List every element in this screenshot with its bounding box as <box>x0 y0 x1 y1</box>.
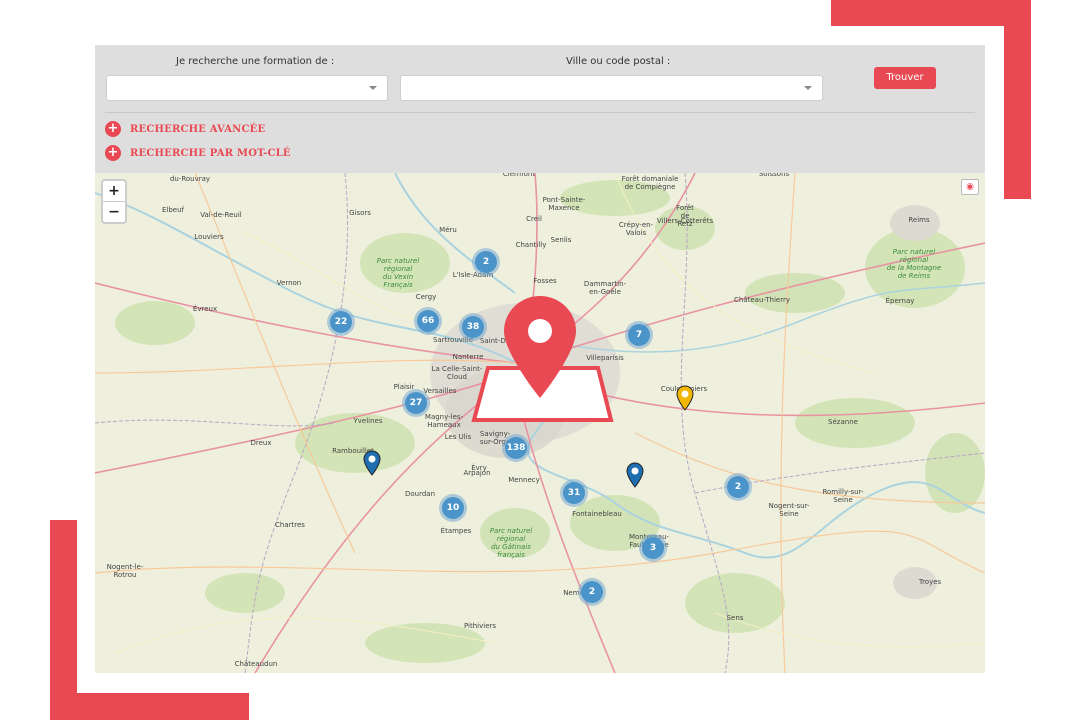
map-place-label: Dourdan <box>404 490 436 498</box>
map-place-label: Chantilly <box>515 241 547 249</box>
decorative-frame-top-right-vertical <box>1004 0 1031 199</box>
plus-icon: + <box>105 121 121 137</box>
map-place-label: Mennecy <box>508 476 540 484</box>
decorative-frame-bottom-left-vertical <box>50 520 77 720</box>
formation-label: Je recherche une formation de : <box>176 56 335 67</box>
map-place-label: Forêt domaniale de Compiègne <box>621 175 679 191</box>
map-place-label: Cergy <box>415 293 437 301</box>
map-place-label: Sens <box>726 614 744 622</box>
marker-cluster[interactable]: 2 <box>578 578 606 606</box>
marker-cluster-count: 27 <box>405 392 427 414</box>
map-place-label: Dreux <box>250 439 272 447</box>
map-place-label: Sézanne <box>828 418 858 426</box>
panel-divider <box>105 112 975 113</box>
map-place-label: Les Ulis <box>444 433 472 441</box>
plus-icon: + <box>105 145 121 161</box>
map-place-label: Louviers <box>194 233 224 241</box>
map-marker-illustration-icon <box>471 296 614 422</box>
marker-cluster[interactable]: 2 <box>472 248 500 276</box>
zoom-out-button[interactable]: − <box>103 201 125 222</box>
map-place-label: Soissons <box>758 173 790 178</box>
marker-cluster[interactable]: 31 <box>560 479 588 507</box>
map-park-label: Parc naturel régional de la Montagne de … <box>886 248 942 280</box>
map-place-label: Clermont <box>502 173 536 178</box>
ville-label: Ville ou code postal : <box>566 56 671 67</box>
marker-cluster[interactable]: 138 <box>502 434 530 462</box>
chevron-down-icon <box>804 86 812 90</box>
map-place-label: du-Rouvray <box>169 175 211 183</box>
zoom-control: + − <box>101 179 127 224</box>
marker-cluster[interactable]: 2 <box>724 473 752 501</box>
map-place-label: Méru <box>439 226 457 234</box>
marker-cluster-count: 2 <box>581 581 603 603</box>
marker-cluster-count: 22 <box>330 311 352 333</box>
map-place-label: Pont-Sainte- Maxence <box>542 196 586 212</box>
map-place-label: Fosses <box>533 277 557 285</box>
map-park-label: Parc naturel régional du Gâtinais frança… <box>489 527 533 559</box>
map-place-label: Évreux <box>192 305 218 313</box>
map-place-label: Pithiviers <box>463 622 497 630</box>
marker-cluster[interactable]: 10 <box>439 494 467 522</box>
map-place-label: Troyes <box>918 578 942 586</box>
map-place-label: Vernon <box>276 279 302 287</box>
yellow-marker-icon[interactable] <box>676 385 694 411</box>
zoom-in-button[interactable]: + <box>103 181 125 201</box>
map-place-label: Creil <box>526 215 542 223</box>
marker-cluster-count: 10 <box>442 497 464 519</box>
map-place-label: Arpajon <box>463 469 491 477</box>
marker-cluster[interactable]: 22 <box>327 308 355 336</box>
map-place-label: Gisors <box>349 209 371 217</box>
map-place-label: Elbeuf <box>161 206 185 214</box>
keyword-search-label: RECHERCHE PAR MOT-CLÉ <box>130 147 291 159</box>
marker-cluster-count: 66 <box>417 310 439 332</box>
map-place-label: Val-de-Reuil <box>200 211 242 219</box>
map-place-label: Versailles <box>423 387 457 395</box>
marker-cluster[interactable]: 27 <box>402 389 430 417</box>
map-place-label: Yvelines <box>353 417 383 425</box>
map-view[interactable]: du-Rouvray Elbeuf Val-de-Reuil Louviers Giso… <box>95 173 985 673</box>
map-place-label: Château-Thierry <box>733 296 791 304</box>
map-place-label: Étampes <box>440 527 472 535</box>
map-place-label: Épernay <box>885 297 915 305</box>
map-place-label: Reims <box>908 216 930 224</box>
map-place-label: Forêt de Retz <box>676 204 694 228</box>
decorative-frame-bottom-left-horizontal <box>50 693 249 720</box>
advanced-search-toggle[interactable]: + RECHERCHE AVANCÉE <box>105 121 265 137</box>
chevron-down-icon <box>369 86 377 90</box>
advanced-search-label: RECHERCHE AVANCÉE <box>130 123 266 135</box>
marker-cluster-count: 7 <box>628 324 650 346</box>
map-park-label: Parc naturel régional du Vexin Français <box>376 257 420 289</box>
trouver-button[interactable]: Trouver <box>874 67 936 89</box>
formation-select[interactable] <box>106 75 388 101</box>
marker-cluster-count: 138 <box>505 437 527 459</box>
map-place-label: Fontainebleau <box>572 510 622 518</box>
decorative-frame-top-right-horizontal <box>831 0 1031 26</box>
map-place-label: Romilly-sur- Seine <box>822 488 864 504</box>
marker-cluster-count: 2 <box>475 251 497 273</box>
marker-cluster-count: 2 <box>727 476 749 498</box>
blue-marker-icon[interactable] <box>363 450 381 476</box>
map-place-label: Nogent-le- Rotrou <box>106 563 144 579</box>
marker-cluster[interactable]: 66 <box>414 307 442 335</box>
marker-cluster[interactable]: 3 <box>639 534 667 562</box>
map-place-label: Chartres <box>275 521 305 529</box>
blue-marker-icon[interactable] <box>626 462 644 488</box>
map-place-label: Crépy-en- Valois <box>618 221 654 237</box>
marker-cluster-count: 31 <box>563 482 585 504</box>
map-place-label: Nogent-sur- Seine <box>768 502 810 518</box>
location-pin-icon[interactable]: ◉ <box>961 179 979 195</box>
map-place-label: Dammartin- en-Goële <box>583 280 627 296</box>
marker-cluster[interactable]: 7 <box>625 321 653 349</box>
map-place-label: Senlis <box>550 236 572 244</box>
marker-cluster-count: 3 <box>642 537 664 559</box>
ville-select[interactable] <box>400 75 823 101</box>
map-place-label: Châteaudun <box>234 660 278 668</box>
map-place-label: Magny-les- Hameaux <box>424 413 464 429</box>
keyword-search-toggle[interactable]: + RECHERCHE PAR MOT-CLÉ <box>105 145 291 161</box>
